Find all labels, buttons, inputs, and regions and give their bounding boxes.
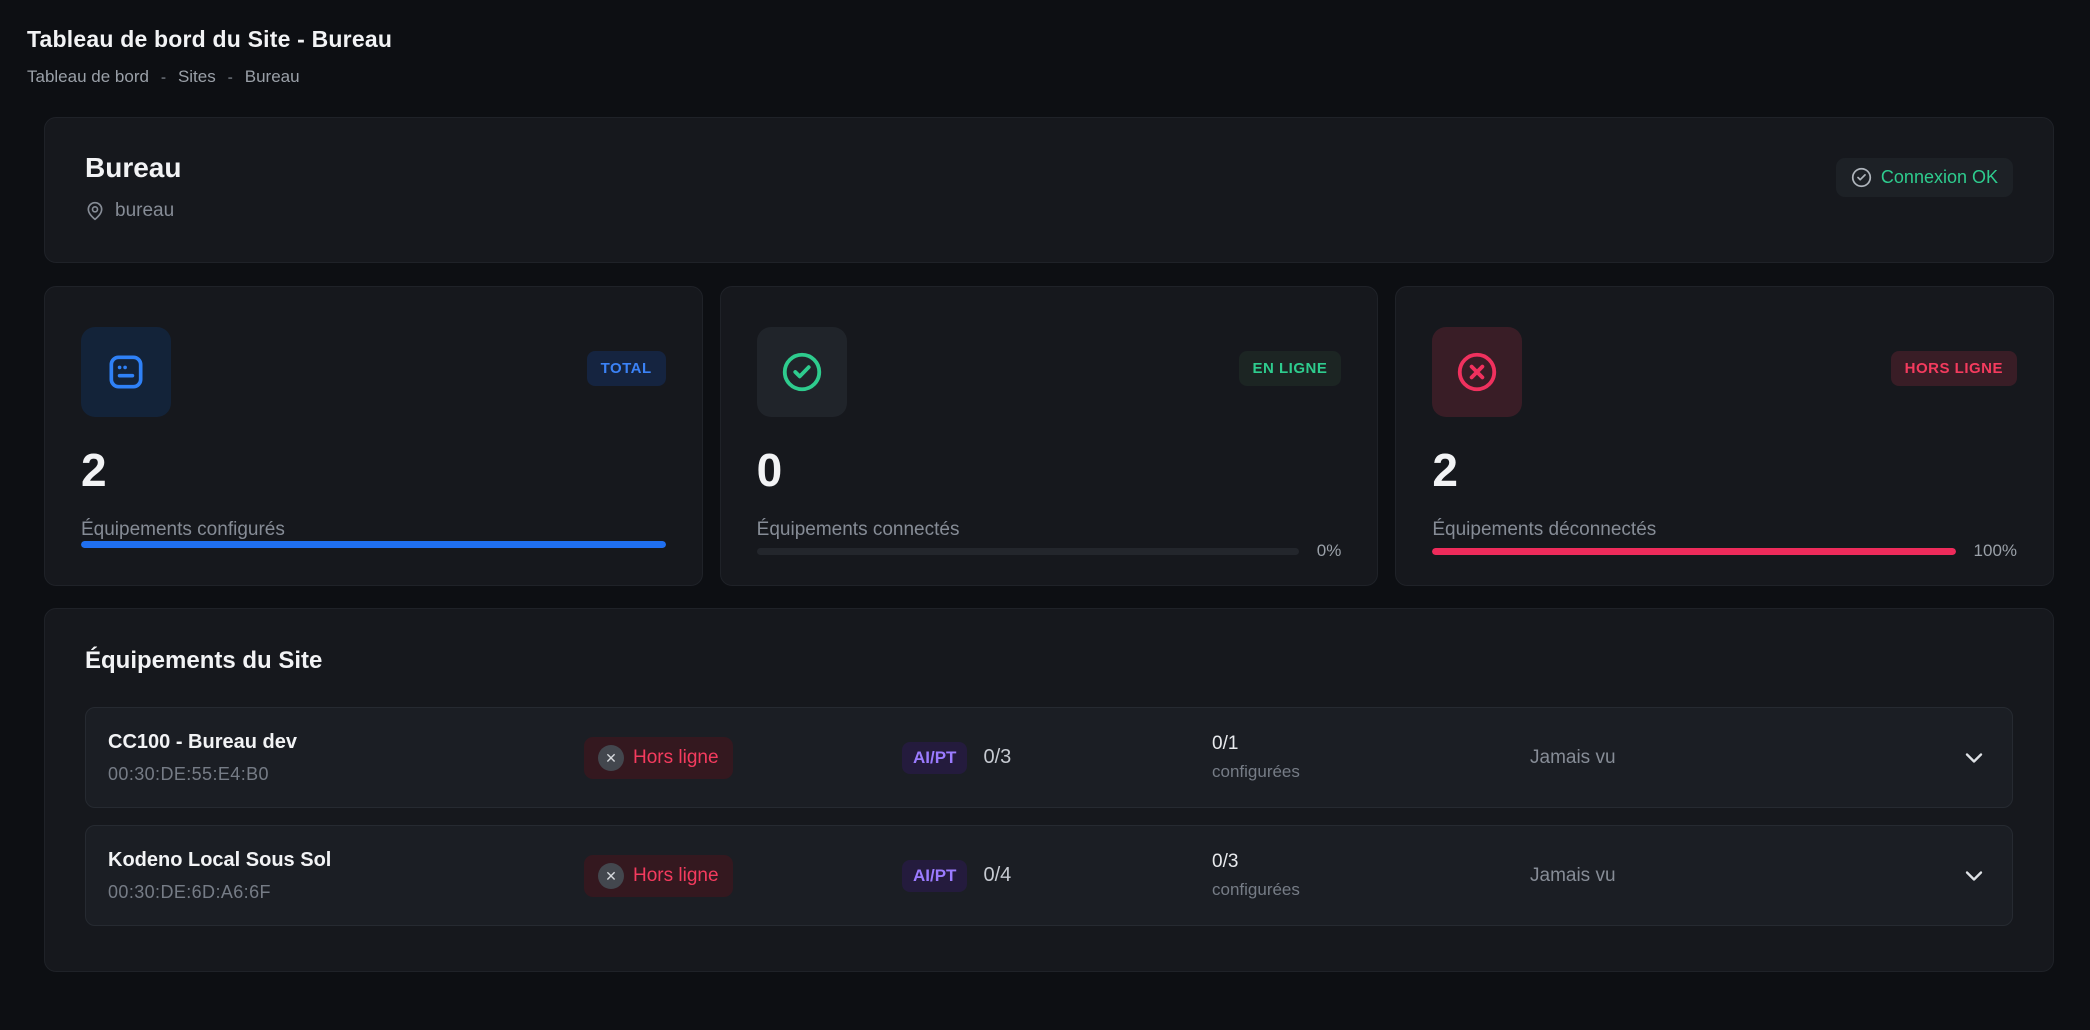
chevron-down-icon[interactable] (1960, 862, 1988, 890)
total-label: Équipements configurés (81, 519, 666, 541)
status-badge: ✕ Hors ligne (584, 737, 733, 779)
status-badge: ✕ Hors ligne (584, 855, 733, 897)
device-identity: Kodeno Local Sous Sol 00:30:DE:6D:A6:6F (108, 849, 584, 903)
equipment-section: Équipements du Site CC100 - Bureau dev 0… (44, 608, 2054, 972)
device-identity: CC100 - Bureau dev 00:30:DE:55:E4:B0 (108, 731, 584, 785)
offline-value: 2 (1432, 447, 2017, 493)
breadcrumb-current: Bureau (245, 67, 300, 87)
offline-progress-track (1432, 548, 1955, 555)
total-progress-fill (81, 541, 666, 548)
equipment-section-title: Équipements du Site (85, 647, 2013, 675)
site-name: Bureau (85, 152, 181, 184)
aipt-badge: AI/PT (902, 742, 967, 774)
configured-label: configurées (1212, 880, 1530, 900)
aipt-count: 0/3 (983, 746, 1011, 769)
stat-card-total: TOTAL 2 Équipements configurés (44, 286, 703, 586)
breadcrumb-dashboard[interactable]: Tableau de bord (27, 67, 149, 87)
device-status-cell: ✕ Hors ligne (584, 737, 902, 779)
offline-icon-tile (1432, 327, 1522, 417)
site-location: bureau (85, 200, 181, 222)
device-name: Kodeno Local Sous Sol (108, 849, 584, 872)
online-progress-track (757, 548, 1299, 555)
device-name: CC100 - Bureau dev (108, 731, 584, 754)
breadcrumb: Tableau de bord - Sites - Bureau (27, 67, 2063, 87)
offline-percent: 100% (1974, 541, 2017, 561)
map-pin-icon (85, 201, 105, 221)
online-value: 0 (757, 447, 1342, 493)
last-seen: Jamais vu (1530, 747, 1932, 769)
site-dashboard-page: Tableau de bord du Site - Bureau Tableau… (0, 0, 2090, 972)
breadcrumb-sites[interactable]: Sites (178, 67, 216, 87)
chevron-down-icon[interactable] (1960, 744, 1988, 772)
configured-count: 0/3 (1212, 851, 1530, 873)
offline-label: Équipements déconnectés (1432, 519, 2017, 541)
connection-status-badge: Connexion OK (1836, 158, 2013, 197)
device-mac-address: 00:30:DE:55:E4:B0 (108, 764, 584, 785)
breadcrumb-separator: - (161, 70, 166, 85)
configured-label: configurées (1212, 762, 1530, 782)
x-circle-icon: ✕ (598, 745, 624, 771)
status-label: Hors ligne (633, 747, 719, 769)
x-circle-icon: ✕ (598, 863, 624, 889)
check-circle-icon (1851, 167, 1872, 188)
devices-icon-tile (81, 327, 171, 417)
equipment-row[interactable]: CC100 - Bureau dev 00:30:DE:55:E4:B0 ✕ H… (85, 707, 2013, 808)
stat-cards-row: TOTAL 2 Équipements configurés (44, 286, 2054, 586)
online-label: Équipements connectés (757, 519, 1342, 541)
device-icon (104, 350, 148, 394)
site-location-label: bureau (115, 200, 174, 222)
total-value: 2 (81, 447, 666, 493)
breadcrumb-separator: - (228, 70, 233, 85)
stat-card-online: EN LIGNE 0 Équipements connectés 0% (720, 286, 1379, 586)
last-seen: Jamais vu (1530, 865, 1932, 887)
device-mac-address: 00:30:DE:6D:A6:6F (108, 882, 584, 903)
x-circle-icon (1454, 349, 1500, 395)
configured-count: 0/1 (1212, 733, 1530, 755)
site-identity: Bureau bureau (85, 152, 181, 222)
connection-status-label: Connexion OK (1881, 167, 1998, 188)
device-status-cell: ✕ Hors ligne (584, 855, 902, 897)
offline-badge: HORS LIGNE (1891, 351, 2017, 386)
status-label: Hors ligne (633, 865, 719, 887)
aipt-cell: AI/PT 0/3 (902, 742, 1212, 774)
site-header-card: Bureau bureau Connexion OK (44, 117, 2054, 263)
online-percent: 0% (1317, 541, 1342, 561)
configured-cell: 0/1 configurées (1212, 733, 1530, 782)
configured-cell: 0/3 configurées (1212, 851, 1530, 900)
equipment-list: CC100 - Bureau dev 00:30:DE:55:E4:B0 ✕ H… (85, 707, 2013, 926)
equipment-row[interactable]: Kodeno Local Sous Sol 00:30:DE:6D:A6:6F … (85, 825, 2013, 926)
aipt-count: 0/4 (983, 864, 1011, 887)
aipt-badge: AI/PT (902, 860, 967, 892)
total-progress-track (81, 541, 666, 548)
page-title: Tableau de bord du Site - Bureau (27, 26, 2063, 53)
online-icon-tile (757, 327, 847, 417)
aipt-cell: AI/PT 0/4 (902, 860, 1212, 892)
offline-progress-fill (1432, 548, 1955, 555)
check-circle-icon (779, 349, 825, 395)
total-badge: TOTAL (587, 351, 666, 386)
stat-card-offline: HORS LIGNE 2 Équipements déconnectés 100… (1395, 286, 2054, 586)
online-badge: EN LIGNE (1239, 351, 1342, 386)
